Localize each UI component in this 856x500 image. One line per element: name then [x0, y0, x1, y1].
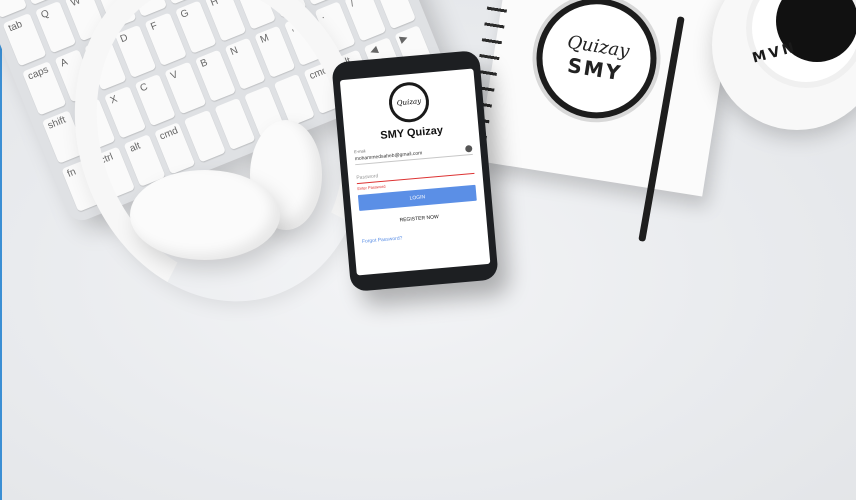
forgot-password-link[interactable]: Forgot Password? — [362, 235, 403, 245]
app-logo: Quizay — [387, 80, 431, 124]
app-logo-text: Quizay — [396, 97, 422, 108]
password-error: Enter Password — [357, 183, 386, 192]
smartphone: Quizay SMY Quizay E-mail mohammedsaheb@g… — [331, 49, 499, 293]
notebook: Quizay SMY — [463, 0, 736, 197]
password-field[interactable]: Password — [355, 162, 475, 185]
app-title: SMY Quizay — [379, 124, 444, 142]
notebook-logo: Quizay SMY — [527, 0, 666, 127]
email-field[interactable]: mohammedsaheb@gmail.com — [354, 143, 473, 166]
left-edge-line — [0, 0, 2, 500]
headphones-earcup-left — [130, 170, 280, 260]
register-button[interactable]: REGISTER NOW — [360, 207, 479, 231]
phone-screen: Quizay SMY Quizay E-mail mohammedsaheb@g… — [339, 68, 491, 276]
eye-icon[interactable] — [464, 144, 473, 153]
